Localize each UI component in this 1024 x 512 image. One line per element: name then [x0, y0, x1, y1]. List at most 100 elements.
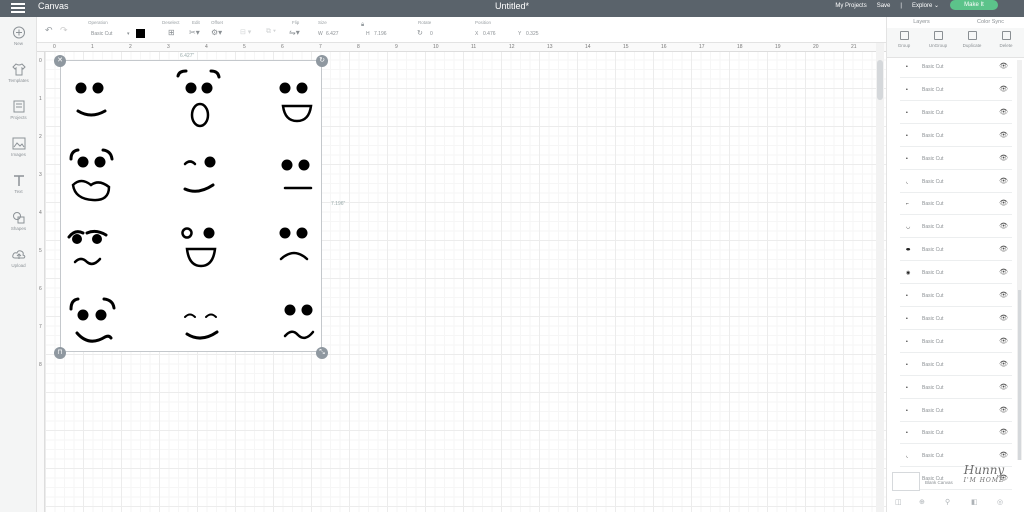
slice-icon[interactable]: ◫ [895, 498, 902, 506]
sidebar-item-upload[interactable]: Upload [0, 248, 37, 268]
face-big-grin [69, 297, 116, 343]
layer-row[interactable]: • Basic Cut 👁︎ [900, 55, 1012, 78]
layer-row[interactable]: • Basic Cut 👁︎ [900, 376, 1012, 399]
weld-icon[interactable]: ⊕ [919, 498, 925, 506]
layer-row[interactable]: ◉ Basic Cut 👁︎ [900, 261, 1012, 285]
menu-icon[interactable] [11, 3, 25, 14]
eye-icon[interactable]: 👁︎ [999, 360, 1008, 368]
lock-icon[interactable]: 🔒︎ [361, 22, 364, 29]
layer-row[interactable]: ◟ Basic Cut 👁︎ [900, 170, 1012, 193]
image-icon [0, 137, 37, 150]
sidebar-item-images[interactable]: Images [0, 137, 37, 157]
tab-color-sync[interactable]: Color Sync [956, 19, 1024, 25]
edit-toolbar: ↶ ↷ Operation Basic Cut ▾ Deselect ⊞ Edi… [0, 17, 886, 43]
layer-row[interactable]: ⬬ Basic Cut 👁︎ [900, 238, 1012, 262]
redo-icon[interactable]: ↷ [60, 25, 68, 36]
align-icon[interactable]: ⊟ ▾ [240, 28, 251, 36]
eye-icon[interactable]: 👁︎ [999, 268, 1008, 276]
y-input[interactable]: 0.325 [526, 31, 539, 37]
ruler-left-tick: 4 [39, 210, 42, 216]
operation-select[interactable]: Basic Cut [91, 31, 112, 37]
undo-icon[interactable]: ↶ [45, 25, 53, 36]
sidebar-item-templates[interactable]: Templates [0, 63, 37, 83]
ungroup-button[interactable]: UnGroup [921, 31, 955, 48]
flip-icon[interactable]: ⇋▾ [289, 28, 300, 37]
layer-row[interactable]: • Basic Cut 👁︎ [900, 78, 1012, 101]
eye-icon[interactable]: 👁︎ [999, 85, 1008, 93]
eye-icon[interactable]: 👁︎ [999, 199, 1008, 207]
lock-handle-icon[interactable]: ⊓ [54, 347, 66, 359]
eye-icon[interactable]: 👁︎ [999, 428, 1008, 436]
shirt-icon [0, 63, 37, 76]
eye-icon[interactable]: 👁︎ [999, 406, 1008, 414]
layer-thumbnail: • [906, 109, 908, 116]
layer-row[interactable]: • Basic Cut 👁︎ [900, 399, 1012, 422]
eye-icon[interactable]: 👁︎ [999, 108, 1008, 116]
ruler-top-tick: 8 [357, 44, 360, 50]
explore-menu[interactable]: Explore ⌄ [912, 2, 939, 9]
eye-icon[interactable]: 👁︎ [999, 177, 1008, 185]
edit-icon[interactable]: ✂▾ [189, 28, 200, 37]
contour-icon[interactable]: ◎ [997, 498, 1003, 506]
delete-handle-icon[interactable]: ✕ [54, 55, 66, 67]
blank-canvas-swatch[interactable] [892, 472, 920, 491]
width-input[interactable]: 6.427 [326, 31, 339, 37]
offset-icon[interactable]: ⚙▾ [211, 28, 222, 37]
rotate-handle-icon[interactable]: ↻ [316, 55, 328, 67]
canvas-scrollbar-thumb[interactable] [877, 60, 883, 100]
group-button[interactable]: Group [887, 31, 921, 48]
sidebar-item-projects[interactable]: Projects [0, 100, 37, 120]
layer-row[interactable]: ◡ Basic Cut 👁︎ [900, 215, 1012, 239]
watermark-line1: Hunny [963, 463, 1005, 477]
eye-icon[interactable]: 👁︎ [999, 62, 1008, 70]
edit-label: Edit [192, 20, 200, 25]
arrange-icon[interactable]: ⧉ ▾ [266, 28, 276, 36]
layer-row[interactable]: • Basic Cut 👁︎ [900, 421, 1012, 445]
sidebar-item-shapes[interactable]: Shapes [0, 211, 37, 231]
layer-row[interactable]: • Basic Cut 👁︎ [900, 307, 1012, 330]
sidebar-item-new[interactable]: New [0, 26, 37, 46]
ruler-left-tick: 7 [39, 324, 42, 330]
eye-icon[interactable]: 👁︎ [999, 451, 1008, 459]
layer-thumbnail: • [906, 407, 908, 414]
sidebar-item-text[interactable]: Text [0, 174, 37, 194]
eye-icon[interactable]: 👁︎ [999, 245, 1008, 253]
layer-row[interactable]: • Basic Cut 👁︎ [900, 101, 1012, 124]
selected-group[interactable] [60, 60, 322, 352]
layer-row[interactable]: • Basic Cut 👁︎ [900, 353, 1012, 376]
ruler-left-tick: 0 [39, 58, 42, 64]
layers-scrollbar-thumb[interactable] [1018, 290, 1021, 460]
eye-icon[interactable]: 👁︎ [999, 131, 1008, 139]
layer-row[interactable]: • Basic Cut 👁︎ [900, 330, 1012, 353]
layer-row[interactable]: ⌐ Basic Cut 👁︎ [900, 192, 1012, 216]
eye-icon[interactable]: 👁︎ [999, 383, 1008, 391]
eye-icon[interactable]: 👁︎ [999, 314, 1008, 322]
eye-icon[interactable]: 👁︎ [999, 222, 1008, 230]
attach-icon[interactable]: ⚲ [945, 498, 950, 506]
make-it-button[interactable]: Make It [950, 0, 998, 10]
ruler-top-tick: 9 [395, 44, 398, 50]
deselect-icon[interactable]: ⊞ [168, 28, 175, 37]
rotate-input[interactable]: 0 [430, 31, 433, 37]
layer-row[interactable]: • Basic Cut 👁︎ [900, 147, 1012, 170]
layer-row[interactable]: • Basic Cut 👁︎ [900, 284, 1012, 307]
flatten-icon[interactable]: ◧ [971, 498, 978, 506]
height-input[interactable]: 7.196 [374, 31, 387, 37]
save-button[interactable]: Save [877, 3, 891, 9]
tab-layers[interactable]: Layers [887, 19, 956, 25]
layer-thumbnail: • [906, 132, 908, 139]
my-projects-link[interactable]: My Projects [835, 3, 866, 9]
color-swatch[interactable] [136, 29, 145, 38]
eye-icon[interactable]: 👁︎ [999, 154, 1008, 162]
layer-row[interactable]: • Basic Cut 👁︎ [900, 124, 1012, 147]
delete-button[interactable]: Delete [989, 31, 1023, 48]
top-header: Canvas Untitled* My Projects Save | Expl… [0, 0, 1024, 17]
eye-icon[interactable]: 👁︎ [999, 291, 1008, 299]
eye-icon[interactable]: 👁︎ [999, 337, 1008, 345]
canvas-scrollbar[interactable] [876, 43, 884, 512]
duplicate-button[interactable]: Duplicate [955, 31, 989, 48]
layer-thumbnail: • [906, 315, 908, 322]
operation-chevron-icon[interactable]: ▾ [127, 31, 130, 37]
resize-handle-icon[interactable]: ⤡ [316, 347, 328, 359]
x-input[interactable]: 0.476 [483, 31, 496, 37]
